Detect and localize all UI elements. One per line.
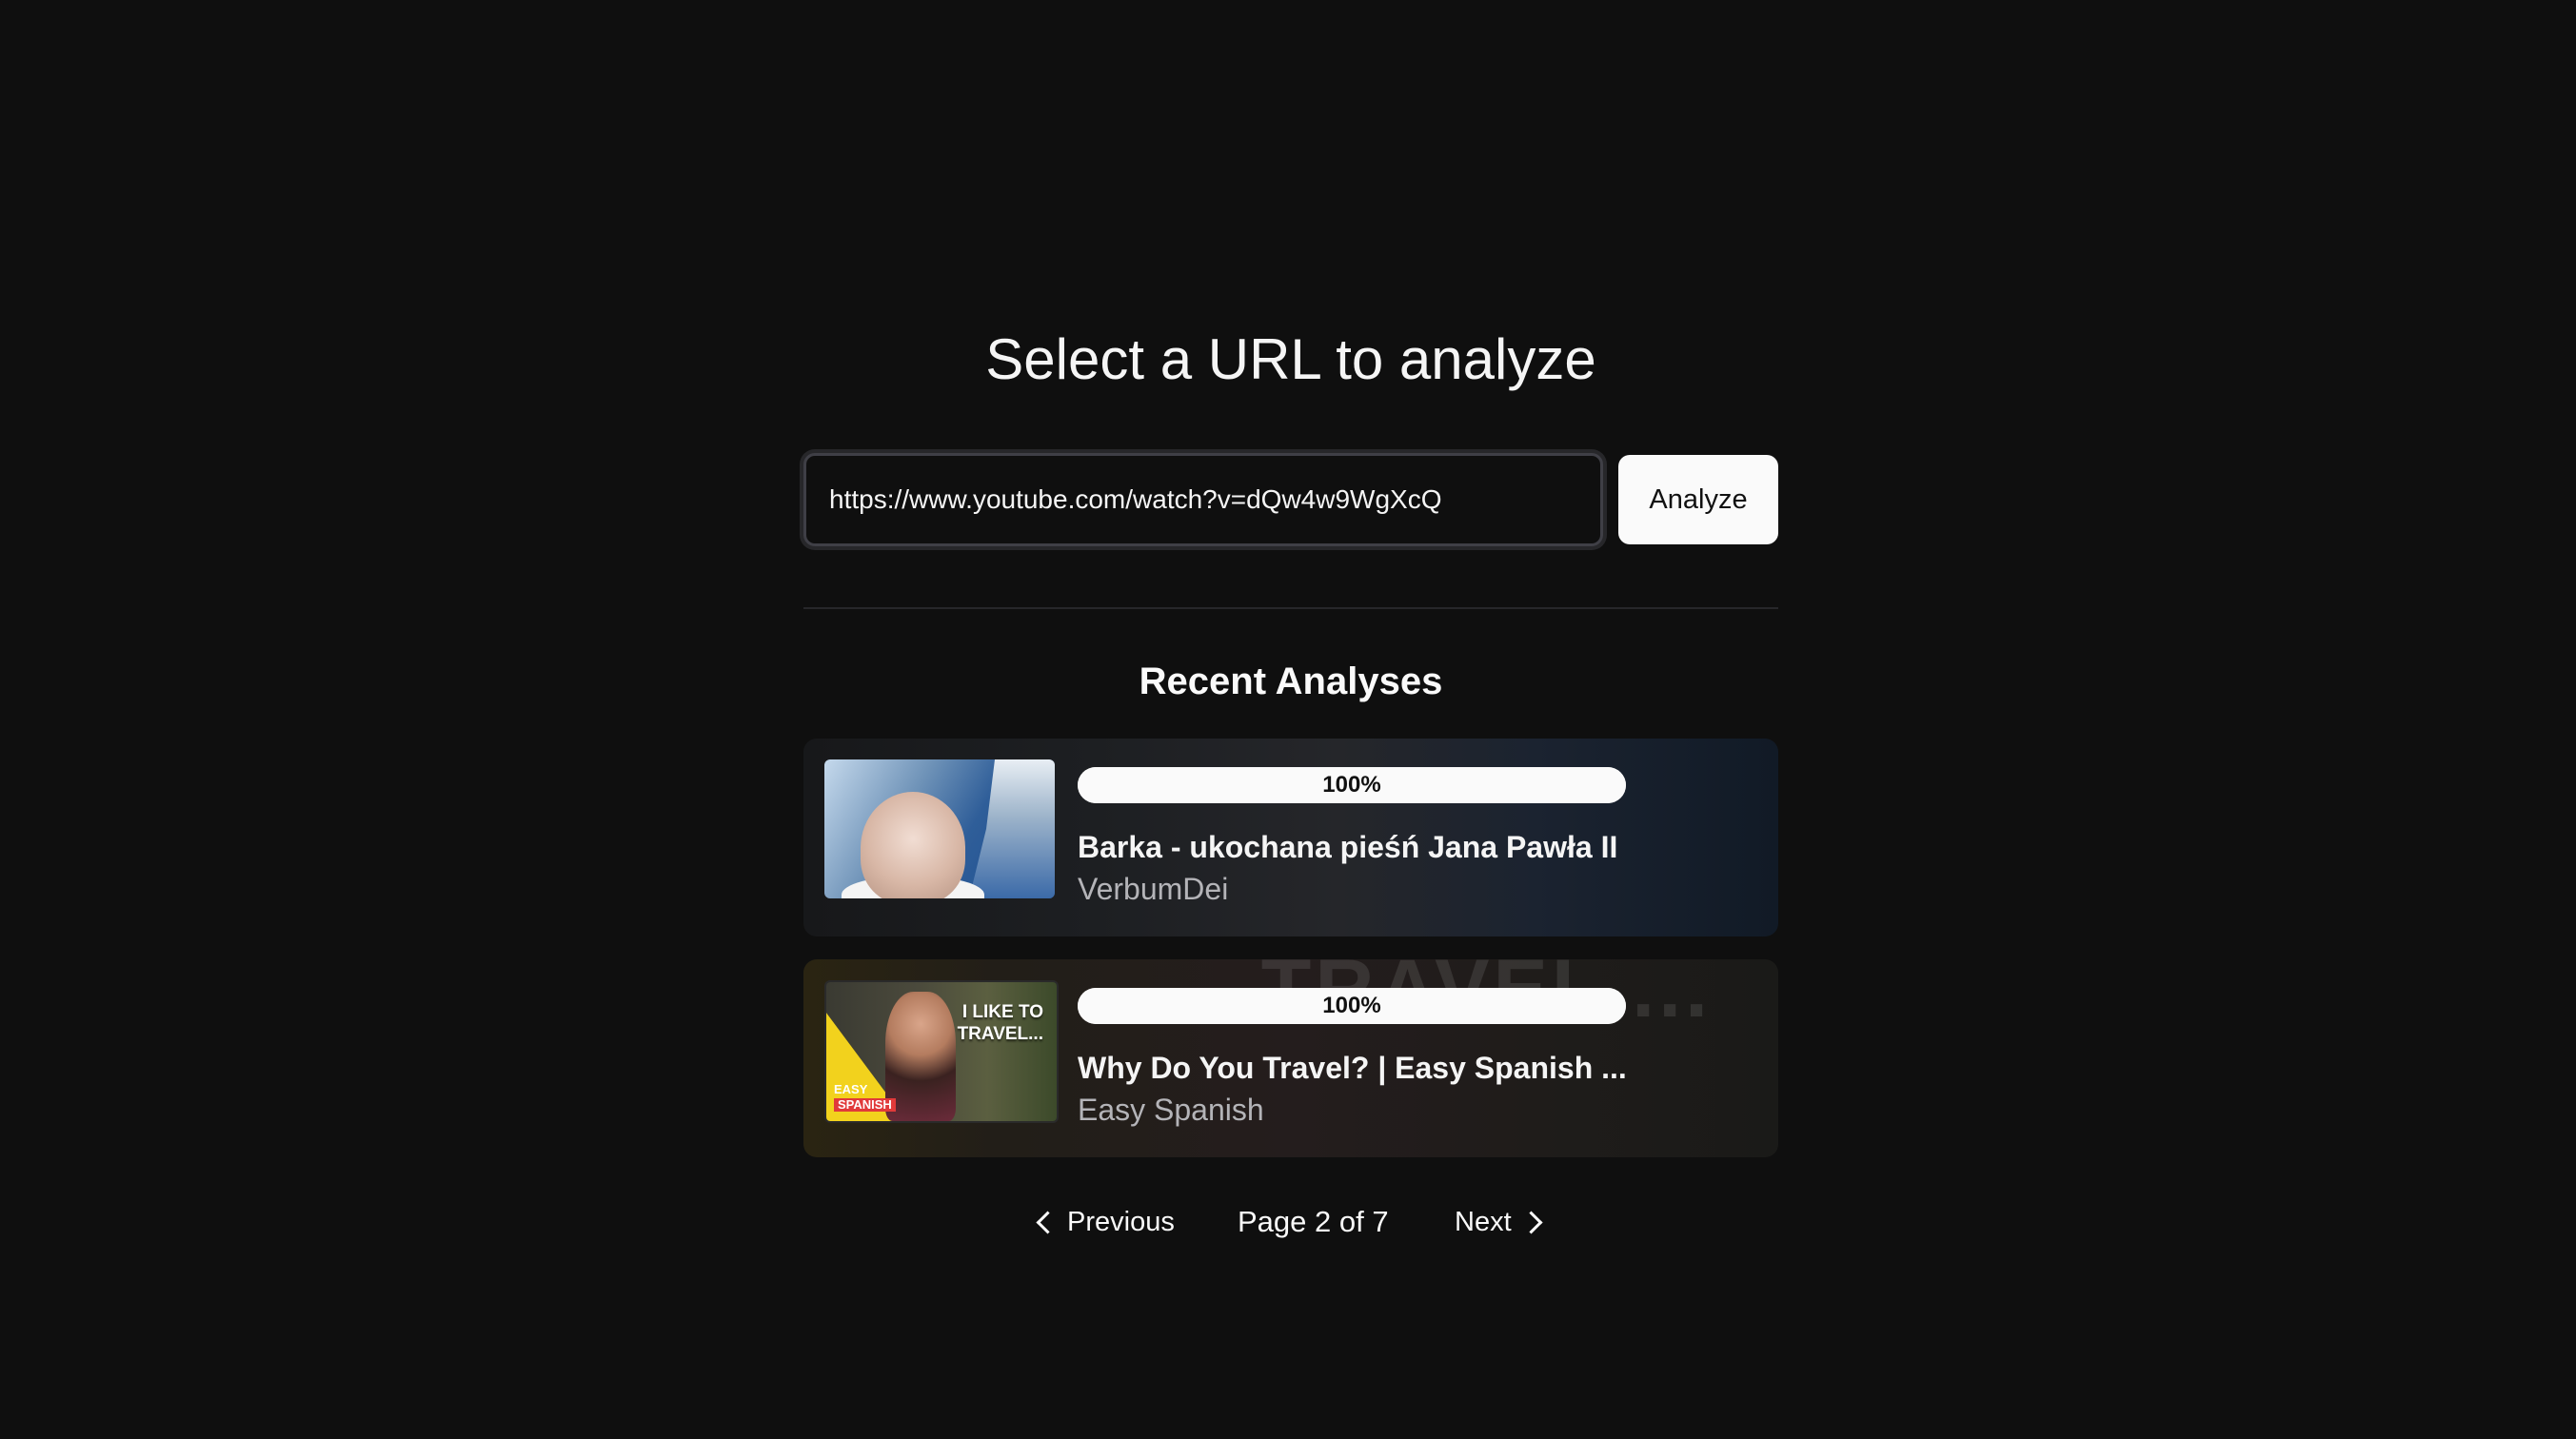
chevron-right-icon	[1519, 1210, 1543, 1234]
pagination: Previous Page 2 of 7 Next	[803, 1201, 1778, 1243]
previous-page-button[interactable]: Previous	[1034, 1201, 1175, 1243]
divider	[803, 607, 1778, 609]
video-thumbnail	[824, 759, 1055, 898]
recent-analyses-title: Recent Analyses	[1139, 660, 1443, 702]
channel-name: Easy Spanish	[1078, 1093, 1264, 1127]
url-form: Analyze	[803, 453, 1778, 546]
progress-bar: 100%	[1078, 767, 1626, 803]
previous-label: Previous	[1067, 1206, 1175, 1237]
video-thumbnail: I LIKE TO TRAVEL... EASY SPANISH	[824, 980, 1059, 1123]
progress-label: 100%	[1322, 772, 1381, 798]
analyze-button[interactable]: Analyze	[1618, 455, 1778, 544]
next-page-button[interactable]: Next	[1455, 1201, 1545, 1243]
thumbnail-caption: I LIKE TO TRAVEL...	[957, 1002, 1043, 1044]
url-input[interactable]	[803, 453, 1603, 546]
progress-bar: 100%	[1078, 988, 1626, 1024]
video-title: Why Do You Travel? | Easy Spanish ...	[1078, 1051, 1627, 1085]
page-title: Select a URL to analyze	[985, 327, 1596, 391]
chevron-left-icon	[1036, 1210, 1060, 1234]
channel-name: VerbumDei	[1078, 872, 1229, 906]
app-root: Select a URL to analyze Analyze Recent A…	[0, 0, 2576, 1439]
next-label: Next	[1455, 1206, 1512, 1237]
progress-label: 100%	[1322, 993, 1381, 1018]
analysis-card[interactable]: 100% Barka - ukochana pieśń Jana Pawła I…	[803, 739, 1778, 936]
easy-spanish-logo: EASY SPANISH	[834, 1083, 896, 1112]
analysis-card[interactable]: TRAVEL.... I LIKE TO TRAVEL... EASY SPAN…	[803, 959, 1778, 1157]
video-title: Barka - ukochana pieśń Jana Pawła II	[1078, 830, 1618, 864]
page-indicator: Page 2 of 7	[1238, 1205, 1389, 1238]
